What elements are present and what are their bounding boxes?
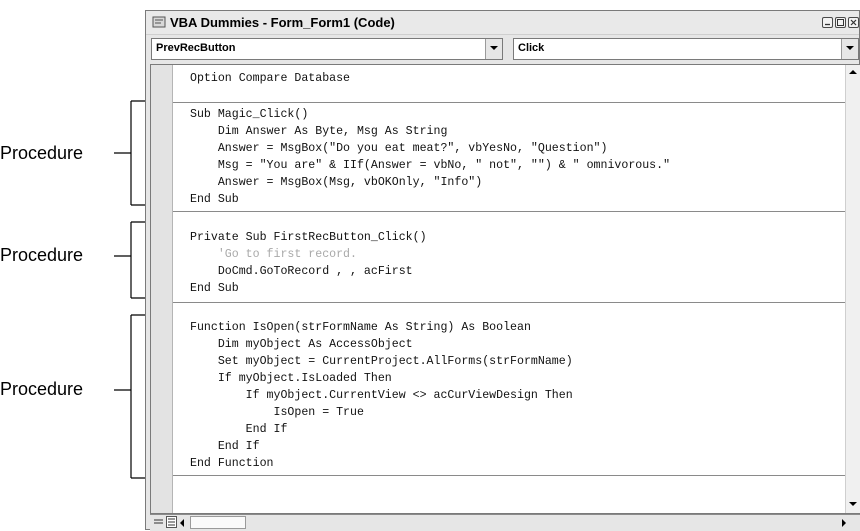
- code-line[interactable]: End If: [190, 440, 260, 454]
- vertical-scrollbar[interactable]: [845, 65, 860, 513]
- procedure-dropdown-value: Click: [518, 42, 545, 54]
- maximize-icon[interactable]: [835, 17, 846, 28]
- scroll-right-icon[interactable]: [841, 519, 847, 527]
- code-line[interactable]: Private Sub FirstRecButton_Click(): [190, 231, 427, 245]
- chevron-down-icon: [849, 502, 857, 506]
- scroll-up-button[interactable]: [846, 65, 860, 81]
- title-bar[interactable]: VBA Dummies - Form_Form1 (Code): [146, 11, 859, 35]
- window-title: VBA Dummies - Form_Form1 (Code): [170, 15, 395, 30]
- procedure-separator: [173, 102, 847, 103]
- code-line[interactable]: Msg = "You are" & IIf(Answer = vbNo, " n…: [190, 159, 670, 173]
- close-icon[interactable]: [848, 17, 859, 28]
- procedure-dropdown[interactable]: Click: [513, 38, 859, 60]
- margin-indicator-bar[interactable]: [151, 65, 173, 513]
- scroll-down-button[interactable]: [846, 497, 860, 513]
- code-line[interactable]: DoCmd.GoToRecord , , acFirst: [190, 265, 413, 279]
- procedure-separator: [173, 211, 847, 212]
- code-line[interactable]: Sub Magic_Click(): [190, 108, 308, 122]
- code-line[interactable]: End Sub: [190, 282, 239, 296]
- code-line[interactable]: End Sub: [190, 193, 239, 207]
- code-line[interactable]: Option Compare Database: [190, 72, 350, 86]
- object-dropdown-arrow[interactable]: [485, 39, 502, 59]
- minimize-icon[interactable]: [822, 17, 833, 28]
- code-line[interactable]: Dim Answer As Byte, Msg As String: [190, 125, 448, 139]
- code-line[interactable]: If myObject.IsLoaded Then: [190, 372, 392, 386]
- code-editor[interactable]: Option Compare Database Sub Magic_Click(…: [150, 64, 860, 514]
- code-line[interactable]: Dim myObject As AccessObject: [190, 338, 413, 352]
- scroll-left-icon[interactable]: [179, 519, 185, 527]
- object-dropdown[interactable]: PrevRecButton: [151, 38, 503, 60]
- code-line[interactable]: IsOpen = True: [190, 406, 363, 420]
- horizontal-scroll-thumb[interactable]: [190, 516, 246, 529]
- code-line[interactable]: Answer = MsgBox(Msg, vbOKOnly, "Info"): [190, 176, 482, 190]
- code-line[interactable]: If myObject.CurrentView <> acCurViewDesi…: [190, 389, 573, 403]
- procedure-separator: [173, 475, 847, 476]
- bottom-bar: [150, 514, 860, 531]
- procedure-view-icon[interactable]: [153, 516, 164, 528]
- chevron-down-icon: [490, 46, 498, 50]
- object-dropdown-value: PrevRecButton: [156, 42, 236, 54]
- full-module-view-icon[interactable]: [166, 516, 177, 528]
- chevron-down-icon: [846, 46, 854, 50]
- code-window-icon: [152, 16, 166, 28]
- chevron-up-icon: [849, 70, 857, 74]
- procedure-separator: [173, 302, 847, 303]
- code-window: VBA Dummies - Form_Form1 (Code) PrevRecB…: [145, 10, 860, 531]
- procedure-dropdown-arrow[interactable]: [841, 39, 858, 59]
- code-line[interactable]: End Function: [190, 457, 274, 471]
- code-line[interactable]: Set myObject = CurrentProject.AllForms(s…: [190, 355, 573, 369]
- code-line[interactable]: Answer = MsgBox("Do you eat meat?", vbYe…: [190, 142, 608, 156]
- code-line[interactable]: End If: [190, 423, 288, 437]
- code-comment-line[interactable]: 'Go to first record.: [190, 248, 357, 262]
- code-line[interactable]: Function IsOpen(strFormName As String) A…: [190, 321, 531, 335]
